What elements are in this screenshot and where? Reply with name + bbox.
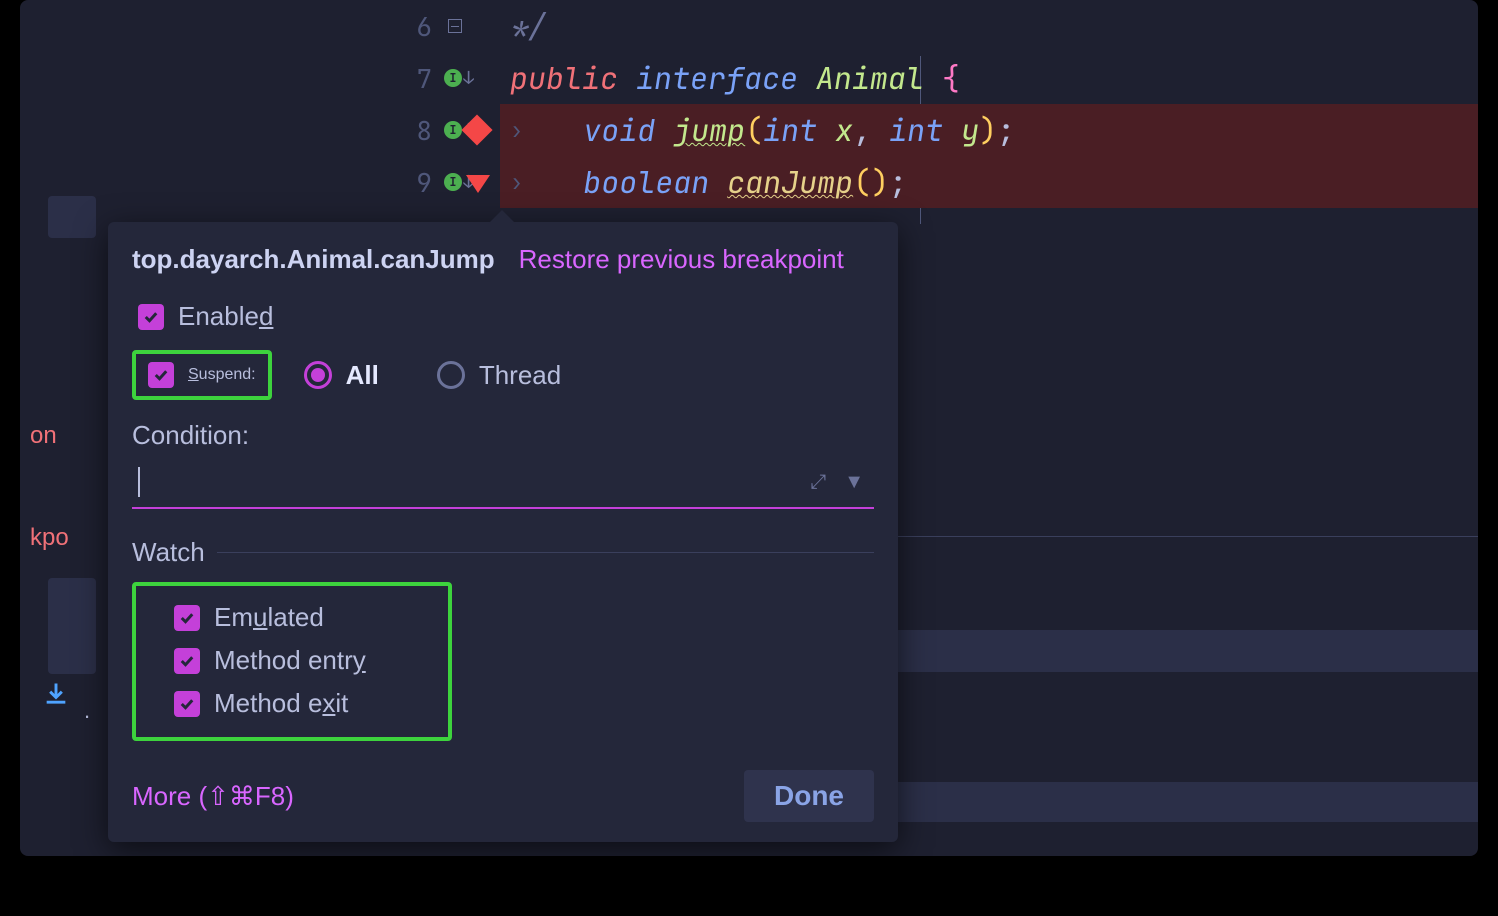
left-selection-1 — [48, 196, 96, 238]
ide-window: on kpo . 6 */ 7 I — [20, 0, 1478, 856]
clipped-text-1: on — [30, 422, 57, 450]
text-cursor — [138, 467, 140, 497]
code-line-6: 6 */ — [400, 0, 1478, 52]
code-line-9: 9 I › boolean canJump(); — [400, 156, 1478, 208]
method-exit-checkbox[interactable] — [174, 691, 200, 717]
gutter[interactable]: I — [440, 173, 500, 191]
override-down-icon[interactable]: I — [444, 173, 462, 191]
left-selection-2 — [48, 578, 96, 674]
enabled-label: Enabled — [178, 301, 273, 332]
radio-all-label: All — [346, 360, 379, 391]
dropdown-icon[interactable]: ▼ — [844, 471, 864, 494]
method-exit-label: Method exit — [214, 688, 348, 719]
code-line-7: 7 I public interface Animal { — [400, 52, 1478, 104]
popup-header: top.dayarch.Animal.canJump Restore previ… — [132, 244, 874, 275]
popup-footer: More (⇧⌘F8) Done — [132, 770, 874, 822]
gutter — [440, 19, 500, 33]
code-text: */ — [500, 0, 1478, 52]
emulated-label: Emulated — [214, 602, 324, 633]
suspend-highlight: Suspend: — [132, 350, 272, 400]
method-exit-row: Method exit — [174, 688, 424, 719]
ellipsis-icon[interactable]: . — [84, 698, 90, 724]
radio-thread-label: Thread — [479, 360, 561, 391]
suspend-checkbox[interactable] — [148, 362, 174, 388]
fold-minus-icon[interactable] — [448, 19, 462, 33]
gutter[interactable]: I — [440, 119, 500, 141]
line-number: 6 — [400, 9, 440, 44]
code-line-8: 8 I › void jump(intx,inty); — [400, 104, 1478, 156]
override-down-icon[interactable]: I — [444, 69, 462, 87]
condition-input[interactable] — [132, 461, 874, 509]
radio-all[interactable] — [304, 361, 332, 389]
suspend-label: Suspend: — [188, 366, 256, 384]
emulated-row: Emulated — [174, 602, 424, 633]
left-panel-fragment: on kpo . — [30, 0, 100, 856]
code-text: public interface Animal { — [500, 52, 1478, 104]
chevron-right-icon: › — [510, 168, 523, 197]
clipped-text-2: kpo — [30, 524, 69, 552]
enabled-row: Enabled — [138, 301, 874, 332]
line-number: 8 — [400, 113, 440, 148]
method-breakpoint-arrow-icon[interactable] — [466, 175, 490, 193]
watch-title: Watch — [132, 537, 874, 568]
restore-link[interactable]: Restore previous breakpoint — [519, 244, 844, 275]
override-down-icon[interactable]: I — [444, 121, 462, 139]
watch-section: Watch Emulated Method entry — [132, 537, 874, 741]
expand-icon[interactable]: ⤢ — [810, 471, 826, 494]
condition-icons: ⤢ ▼ — [810, 471, 864, 494]
watch-highlight: Emulated Method entry Method exit — [132, 582, 452, 741]
code-text: › boolean canJump(); — [500, 156, 1478, 208]
method-entry-row: Method entry — [174, 645, 424, 676]
download-icon[interactable] — [42, 680, 70, 708]
breakpoint-popup: top.dayarch.Animal.canJump Restore previ… — [108, 222, 898, 842]
code-text: › void jump(intx,inty); — [500, 104, 1478, 156]
enabled-checkbox[interactable] — [138, 304, 164, 330]
suspend-row: Suspend: All Thread — [132, 350, 874, 400]
chevron-right-icon: › — [510, 116, 523, 145]
done-button[interactable]: Done — [744, 770, 874, 822]
radio-thread[interactable] — [437, 361, 465, 389]
suspend-radio-group: All Thread — [304, 360, 562, 391]
method-entry-checkbox[interactable] — [174, 648, 200, 674]
breakpoint-name: top.dayarch.Animal.canJump — [132, 244, 495, 275]
condition-label: Condition: — [132, 420, 874, 451]
gutter[interactable]: I — [440, 69, 500, 87]
condition-input-wrap: ⤢ ▼ — [132, 461, 874, 509]
line-number: 7 — [400, 61, 440, 96]
method-entry-label: Method entry — [214, 645, 366, 676]
line-number: 9 — [400, 165, 440, 200]
emulated-checkbox[interactable] — [174, 605, 200, 631]
more-link[interactable]: More (⇧⌘F8) — [132, 781, 294, 812]
